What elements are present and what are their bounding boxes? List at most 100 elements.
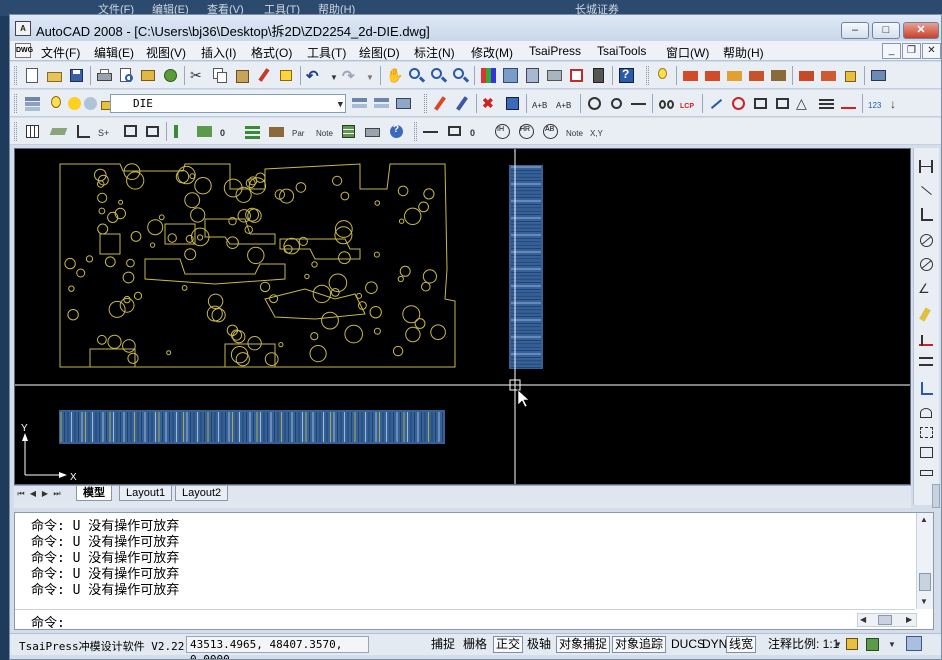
help-circle-icon[interactable]: ? [388, 123, 405, 140]
menu-modify[interactable]: 修改(M) [471, 44, 513, 61]
undo-icon[interactable]: ↶ [306, 67, 323, 85]
annotation-scale[interactable]: 注释比例: 1:1 [765, 636, 842, 653]
calculator-icon[interactable] [590, 67, 607, 84]
clean-screen-icon[interactable] [906, 636, 922, 651]
menu-insert[interactable]: 插入(I) [201, 44, 236, 61]
make-object-layer-current-icon[interactable] [351, 95, 368, 112]
layer-bulb-icon[interactable] [48, 95, 65, 112]
center-mark-icon[interactable] [918, 424, 935, 441]
lineweight-toggle[interactable]: 线宽 [726, 636, 757, 653]
vertical-scrollbar[interactable] [932, 484, 940, 508]
zero-alt-icon[interactable]: 0 [470, 123, 487, 140]
ortho-toggle[interactable]: 正交 [493, 636, 524, 653]
zoom-window-icon[interactable] [430, 67, 448, 84]
tab-layout2[interactable]: Layout2 [175, 486, 229, 501]
circle-group-icon[interactable] [586, 95, 603, 112]
properties-icon[interactable] [480, 67, 497, 84]
tab-first-icon[interactable]: ⏮ [16, 488, 26, 499]
linear-dimension-icon[interactable] [918, 158, 935, 175]
tool-palettes-icon[interactable] [524, 67, 541, 84]
menu-window[interactable]: 窗口(W) [666, 44, 709, 61]
close-button[interactable]: ✕ [903, 22, 939, 39]
layer-on-icon[interactable] [682, 67, 699, 84]
publish-web-icon[interactable] [162, 67, 179, 84]
zoom-previous-icon[interactable] [452, 67, 470, 84]
document-icon[interactable]: DWG [15, 43, 33, 58]
layer-match-icon[interactable] [820, 67, 837, 84]
baseline-dimension-icon[interactable] [918, 332, 935, 349]
menu-dimension[interactable]: 标注(N) [414, 44, 455, 61]
region-icon[interactable] [752, 95, 769, 112]
print-icon[interactable] [96, 67, 113, 84]
reference-icon[interactable] [422, 123, 439, 140]
layer-sun-icon[interactable] [66, 95, 83, 112]
hole-table-icon[interactable] [172, 123, 189, 140]
scroll-thumb-h[interactable] [878, 615, 892, 625]
doc-restore-button[interactable]: ❐ [902, 43, 921, 59]
menu-tsaitools[interactable]: TsaiTools [597, 44, 646, 58]
layer-state-icon[interactable] [395, 95, 412, 112]
command-input[interactable]: 命令: [31, 612, 65, 631]
menu-draw[interactable]: 绘图(D) [359, 44, 400, 61]
arrow-down-icon[interactable]: ↓ [890, 95, 907, 112]
triangle-icon[interactable]: △ [796, 95, 813, 112]
binoculars-icon[interactable] [658, 95, 675, 112]
menu-format[interactable]: 格式(O) [251, 44, 292, 61]
menu-view[interactable]: 视图(V) [146, 44, 186, 61]
target-icon[interactable] [730, 95, 747, 112]
menu-file[interactable]: 文件(F) [41, 44, 80, 61]
coordinate-display[interactable]: 43513.4965, 48407.3570, 0.0000 [186, 636, 369, 659]
annotation-visibility-icon[interactable] [866, 638, 879, 651]
layer-stack-icon[interactable] [49, 123, 68, 140]
toolbar-grip[interactable] [14, 66, 17, 85]
scroll-right-icon[interactable]: ▶ [906, 615, 912, 624]
layer-dropdown[interactable]: DIE ▼ [110, 94, 346, 113]
snap-toggle[interactable]: 捕捉 [428, 636, 458, 653]
layer-lock-icon[interactable] [842, 67, 859, 84]
quick-dimension-icon[interactable] [918, 306, 935, 323]
polar-toggle[interactable]: 极轴 [524, 636, 554, 653]
frame-icon[interactable] [144, 123, 161, 140]
drawing-canvas[interactable]: Y X [15, 149, 911, 485]
new-icon[interactable] [24, 67, 41, 84]
layer-viewport-icon[interactable] [82, 95, 99, 112]
grid-icon[interactable] [24, 123, 41, 140]
ab-icon[interactable]: AB [542, 123, 559, 140]
diameter-dimension-icon[interactable] [918, 256, 935, 273]
bom-icon[interactable] [340, 123, 357, 140]
dimension-icon[interactable] [840, 95, 857, 112]
print-preview-icon[interactable] [118, 67, 135, 84]
dimension-text-edit-icon[interactable] [918, 464, 935, 481]
title-bar[interactable]: A AutoCAD 2008 - [C:\Users\bj36\Desktop\… [10, 15, 941, 41]
tab-model[interactable]: 模型 [76, 486, 112, 501]
aligned-dimension-icon[interactable] [918, 182, 935, 199]
maximize-button[interactable]: □ [872, 22, 900, 39]
command-hscroll[interactable]: ◀ ▶ [857, 613, 917, 627]
cut-icon[interactable]: ✂ [190, 67, 207, 84]
tab-next-icon[interactable]: ▶ [40, 488, 50, 499]
menu-help[interactable]: 帮助(H) [723, 44, 764, 61]
publish-icon[interactable] [140, 67, 157, 84]
save-icon[interactable] [68, 67, 85, 84]
edit-pencil-icon[interactable] [454, 95, 471, 112]
lightbulb-icon[interactable] [654, 67, 671, 84]
tab-prev-icon[interactable]: ◀ [28, 488, 38, 499]
menu-edit[interactable]: 编辑(E) [94, 44, 134, 61]
pan-icon[interactable]: ✋ [386, 67, 403, 84]
pencil-icon[interactable] [432, 95, 449, 112]
polyline-icon[interactable] [708, 95, 725, 112]
note-alt-icon[interactable]: Note [566, 123, 583, 140]
minimize-button[interactable]: – [841, 22, 869, 39]
menu-tsaipress[interactable]: TsaiPress [529, 44, 581, 58]
layer-manager-icon[interactable] [24, 95, 41, 112]
lcp-icon[interactable]: LCP [680, 95, 697, 112]
drawing-area[interactable]: Y X [14, 148, 911, 485]
layer-previous-icon[interactable] [373, 95, 390, 112]
markup-icon[interactable] [568, 67, 585, 84]
redo-icon[interactable]: ↷ [342, 67, 359, 85]
connect-icon[interactable] [630, 95, 647, 112]
delete-object-icon[interactable]: ✖ [482, 95, 499, 112]
tab-last-icon[interactable]: ⏭ [52, 488, 62, 499]
scroll-thumb[interactable] [919, 573, 931, 591]
tab-layout1[interactable]: Layout1 [119, 486, 173, 501]
